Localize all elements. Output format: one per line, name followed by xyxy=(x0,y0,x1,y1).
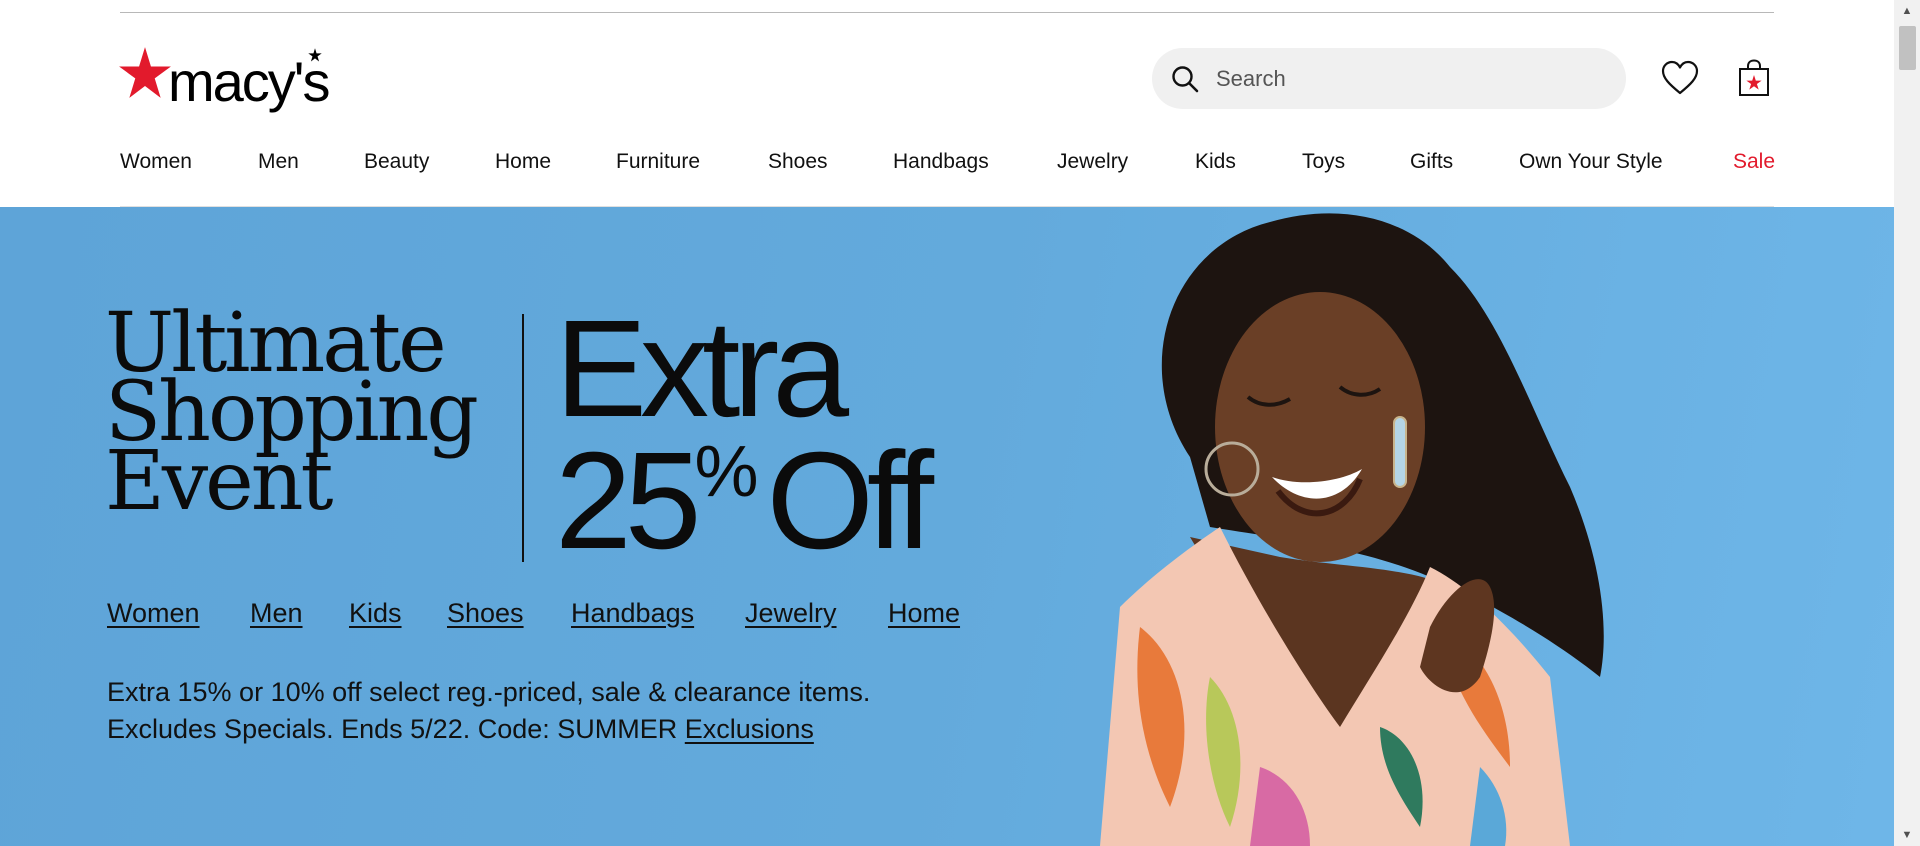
exclusions-link[interactable]: Exclusions xyxy=(685,714,814,744)
nav-item-own-your-style[interactable]: Own Your Style xyxy=(1519,150,1663,174)
hero-link-handbags[interactable]: Handbags xyxy=(571,598,694,629)
main-nav: Women Men Beauty Home Furniture Shoes Ha… xyxy=(120,150,1775,180)
offer-extra: Extra xyxy=(555,292,849,446)
logo-wordmark: macy's xyxy=(168,50,330,113)
offer-off: Off xyxy=(766,424,935,578)
heart-icon[interactable] xyxy=(1661,60,1699,96)
logo-small-star-icon xyxy=(308,48,322,62)
nav-item-men[interactable]: Men xyxy=(258,150,299,174)
nav-item-jewelry[interactable]: Jewelry xyxy=(1057,150,1128,174)
nav-item-gifts[interactable]: Gifts xyxy=(1410,150,1453,174)
scroll-down-arrow-icon[interactable]: ▼ xyxy=(1894,824,1920,846)
scrollbar-thumb[interactable] xyxy=(1899,26,1916,70)
hero-link-jewelry[interactable]: Jewelry xyxy=(745,598,837,629)
vertical-scrollbar[interactable]: ▲ ▼ xyxy=(1894,0,1920,846)
nav-item-shoes[interactable]: Shoes xyxy=(768,150,828,174)
search-input[interactable] xyxy=(1214,64,1598,93)
offer-number: 25 xyxy=(555,424,701,578)
search-bar[interactable] xyxy=(1152,48,1626,109)
promo-code-text: Excludes Specials. Ends 5/22. Code: SUMM… xyxy=(107,714,678,744)
top-divider xyxy=(120,12,1774,13)
hero-model-image xyxy=(1100,213,1604,846)
promo-details-line-2: Excludes Specials. Ends 5/22. Code: SUMM… xyxy=(107,711,1007,748)
promo-details: Extra 15% or 10% off select reg.-priced,… xyxy=(107,674,1007,748)
shopping-bag-icon[interactable] xyxy=(1738,59,1770,97)
offer-amount: 25%Off xyxy=(555,432,934,572)
promo-details-line-1: Extra 15% or 10% off select reg.-priced,… xyxy=(107,677,871,707)
hero-link-women[interactable]: Women xyxy=(107,598,200,629)
nav-item-home[interactable]: Home xyxy=(495,150,551,174)
offer-percent: % xyxy=(694,432,759,512)
hero-link-home[interactable]: Home xyxy=(888,598,960,629)
nav-item-beauty[interactable]: Beauty xyxy=(364,150,429,174)
nav-item-sale[interactable]: Sale xyxy=(1733,150,1775,174)
nav-item-furniture[interactable]: Furniture xyxy=(616,150,700,174)
nav-item-handbags[interactable]: Handbags xyxy=(893,150,989,174)
hero-divider xyxy=(522,314,524,562)
hero-link-men[interactable]: Men xyxy=(250,598,303,629)
hero-link-kids[interactable]: Kids xyxy=(349,598,402,629)
nav-item-women[interactable]: Women xyxy=(120,150,192,174)
scroll-up-arrow-icon[interactable]: ▲ xyxy=(1894,0,1920,22)
hero-title-overlay: Ultimate Shopping Event xyxy=(105,303,525,523)
search-icon[interactable] xyxy=(1170,64,1200,94)
nav-item-toys[interactable]: Toys xyxy=(1302,150,1345,174)
logo-star-icon xyxy=(119,47,171,98)
macys-logo[interactable]: macy's xyxy=(118,46,338,112)
browser-viewport: macy's Women Men Beauty Home Furniture S… xyxy=(0,0,1894,846)
nav-item-kids[interactable]: Kids xyxy=(1195,150,1236,174)
hero-link-shoes[interactable]: Shoes xyxy=(447,598,524,629)
